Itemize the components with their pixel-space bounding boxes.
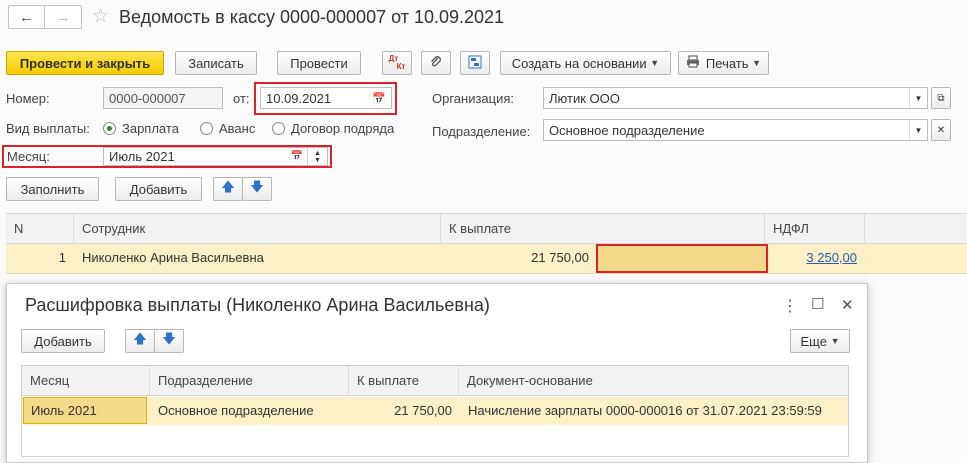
favorite-star-icon[interactable]: ☆ — [92, 5, 109, 28]
popup-table-header: Месяц Подразделение К выплате Документ-о… — [22, 366, 848, 396]
fill-button[interactable]: Заполнить — [6, 177, 99, 201]
selected-month-cell[interactable]: Июль 2021 — [23, 397, 147, 424]
radio-icon — [200, 122, 213, 135]
dropdown-arrow-icon[interactable]: ▼ — [909, 88, 927, 108]
payment-breakdown-popup: Расшифровка выплаты (Николенко Арина Вас… — [6, 283, 868, 463]
stepper-down-icon[interactable]: ▼ — [314, 157, 321, 164]
arrow-up-icon: 🡅 — [221, 179, 235, 194]
date-highlight-frame — [254, 82, 397, 115]
save-button[interactable]: Записать — [175, 51, 257, 75]
date-label: от: — [233, 91, 250, 106]
dtkt-button[interactable]: Дт Кт — [382, 51, 412, 75]
col-header-month[interactable]: Месяц — [22, 366, 150, 396]
cell-ndfl-link[interactable]: 3 250,00 — [772, 244, 857, 272]
month-field[interactable]: Июль 2021 📅 ▲ ▼ — [103, 147, 328, 166]
table-header: N Сотрудник К выплате НДФЛ — [6, 214, 967, 244]
cell-document: Начисление зарплаты 0000-000016 от 31.07… — [468, 403, 822, 418]
document-structure-icon — [468, 55, 482, 72]
active-cell[interactable] — [596, 244, 768, 273]
dropdown-arrow-icon[interactable]: ▼ — [909, 120, 927, 140]
radio-contract[interactable]: Договор подряда — [272, 121, 394, 136]
dtkt-icon: Дт Кт — [388, 54, 406, 71]
payment-type-label: Вид выплаты: — [6, 121, 90, 136]
arrow-down-icon: 🡇 — [162, 331, 176, 346]
col-header-document[interactable]: Документ-основание — [459, 366, 848, 396]
main-table: N Сотрудник К выплате НДФЛ 1 Николенко А… — [6, 213, 967, 275]
popup-add-button[interactable]: Добавить — [21, 329, 105, 353]
post-and-close-button[interactable]: Провести и закрыть — [6, 51, 164, 75]
popup-move-up-button[interactable]: 🡅 — [125, 329, 155, 353]
col-header-subdivision[interactable]: Подразделение — [150, 366, 349, 396]
number-field[interactable]: 0000-000007 — [103, 87, 223, 109]
dropdown-arrow-icon: ▼ — [752, 58, 762, 68]
open-link-icon: ⧉ — [937, 92, 945, 104]
cell-employee: Николенко Арина Васильевна — [82, 250, 264, 265]
col-header-amount[interactable]: К выплате — [441, 214, 765, 244]
cell-amount: 21 750,00 — [394, 403, 452, 418]
more-menu-icon[interactable]: ⋮ — [782, 296, 798, 316]
organization-label: Организация: — [432, 91, 515, 106]
dropdown-arrow-icon: ▼ — [830, 336, 840, 346]
open-organization-button[interactable]: ⧉ — [931, 87, 951, 109]
popup-move-down-button[interactable]: 🡇 — [154, 329, 184, 353]
back-arrow-icon: ← — [19, 8, 34, 26]
radio-selected-icon — [103, 122, 116, 135]
popup-table: Месяц Подразделение К выплате Документ-о… — [21, 365, 849, 457]
radio-salary[interactable]: Зарплата — [103, 121, 179, 136]
table-row[interactable]: 1 Николенко Арина Васильевна 21 750,00 3… — [6, 244, 967, 274]
arrow-up-icon: 🡅 — [133, 331, 147, 346]
cell-subdivision: Основное подразделение — [158, 403, 314, 418]
dropdown-arrow-icon: ▼ — [650, 58, 660, 68]
radio-icon — [272, 122, 285, 135]
clear-icon: ✕ — [936, 124, 946, 136]
print-button[interactable]: Печать ▼ — [678, 51, 769, 75]
maximize-icon[interactable]: ☐ — [811, 295, 824, 313]
col-header-employee[interactable]: Сотрудник — [74, 214, 441, 244]
nav-buttons: ← → — [8, 5, 82, 29]
organization-field[interactable]: Лютик ООО ▼ — [543, 87, 928, 109]
move-up-button[interactable]: 🡅 — [213, 177, 243, 201]
create-based-on-button[interactable]: Создать на основании ▼ — [500, 51, 671, 75]
printer-icon — [686, 55, 700, 71]
close-icon[interactable]: ✕ — [841, 296, 854, 314]
attach-button[interactable] — [421, 51, 451, 75]
forward-button[interactable]: → — [45, 6, 81, 28]
structure-button[interactable] — [460, 51, 490, 75]
back-button[interactable]: ← — [9, 6, 46, 28]
month-label: Месяц: — [7, 149, 50, 164]
month-stepper[interactable]: ▲ ▼ — [307, 148, 327, 165]
number-label: Номер: — [6, 91, 50, 106]
col-header-n[interactable]: N — [6, 214, 74, 244]
subdivision-field[interactable]: Основное подразделение ▼ — [543, 119, 928, 141]
cell-amount: 21 750,00 — [531, 250, 589, 265]
post-button[interactable]: Провести — [277, 51, 361, 75]
forward-arrow-icon: → — [55, 8, 71, 26]
arrow-down-icon: 🡇 — [250, 179, 264, 194]
calendar-icon[interactable]: 📅 — [291, 151, 303, 162]
popup-more-button[interactable]: Еще ▼ — [790, 329, 850, 353]
add-row-button[interactable]: Добавить — [115, 177, 202, 201]
stepper-up-icon[interactable]: ▲ — [314, 150, 321, 157]
popup-title: Расшифровка выплаты (Николенко Арина Вас… — [25, 295, 490, 315]
page-title: Ведомость в кассу 0000-000007 от 10.09.2… — [119, 7, 505, 27]
col-header-ndfl[interactable]: НДФЛ — [765, 214, 865, 244]
cell-n: 1 — [58, 250, 66, 265]
clear-subdivision-button[interactable]: ✕ — [931, 119, 951, 141]
move-down-button[interactable]: 🡇 — [242, 177, 272, 201]
paperclip-icon — [429, 55, 443, 72]
subdivision-label: Подразделение: — [432, 124, 531, 139]
table-row[interactable]: Июль 2021 Основное подразделение 21 750,… — [22, 397, 848, 425]
radio-advance[interactable]: Аванс — [200, 121, 255, 136]
col-header-amount[interactable]: К выплате — [349, 366, 459, 396]
